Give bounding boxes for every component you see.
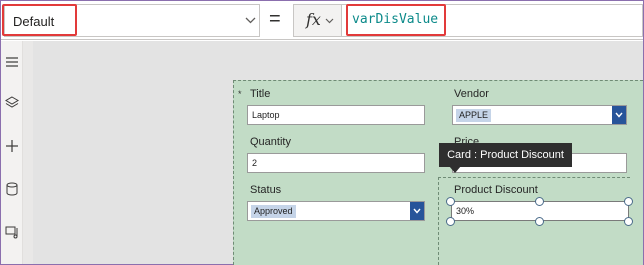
chevron-down-icon — [413, 208, 421, 214]
status-dropdown-button[interactable] — [410, 202, 424, 220]
vendor-dropdown-button[interactable] — [612, 106, 626, 124]
title-value: Laptop — [252, 110, 280, 120]
resize-handle[interactable] — [624, 197, 633, 206]
status-selected-chip: Approved — [251, 205, 296, 218]
resize-handle[interactable] — [446, 197, 455, 206]
left-rail — [1, 41, 23, 264]
resize-handle[interactable] — [624, 217, 633, 226]
status-combobox[interactable]: Approved — [247, 201, 425, 221]
property-highlight-box — [2, 4, 77, 36]
tooltip-pointer — [449, 166, 461, 173]
title-label: Title — [250, 88, 271, 100]
media-icon[interactable] — [4, 224, 20, 240]
chevron-down-icon — [325, 18, 334, 24]
required-marker: * — [238, 89, 242, 99]
chevron-down-icon — [245, 17, 256, 24]
equals-sign: = — [269, 8, 281, 30]
vendor-combobox[interactable]: APPLE — [452, 105, 627, 125]
vendor-selected-chip: APPLE — [456, 109, 492, 122]
fx-button[interactable]: fx — [293, 4, 342, 37]
quantity-value: 2 — [252, 158, 258, 168]
formula-highlight-box — [346, 4, 446, 36]
resize-handle[interactable] — [535, 217, 544, 226]
fx-icon: fx — [306, 10, 321, 29]
quantity-label: Quantity — [250, 136, 291, 148]
card-tooltip-text: Card : Product Discount — [447, 149, 564, 161]
panel-splitter[interactable] — [23, 41, 33, 264]
chevron-down-icon — [615, 112, 623, 118]
vendor-label: Vendor — [454, 88, 489, 100]
plus-icon[interactable] — [4, 138, 20, 154]
quantity-input[interactable]: 2 — [247, 153, 425, 173]
resize-handle[interactable] — [535, 197, 544, 206]
status-label: Status — [250, 184, 282, 196]
product-discount-value: 30% — [456, 206, 475, 216]
hamburger-icon[interactable] — [4, 54, 20, 70]
formula-bar: Default = fx varDisValue — [1, 1, 643, 40]
product-discount-card[interactable]: Product Discount 30% — [438, 177, 633, 265]
card-tooltip: Card : Product Discount — [439, 143, 572, 167]
resize-handle[interactable] — [446, 217, 455, 226]
layers-icon[interactable] — [4, 95, 20, 111]
product-discount-label: Product Discount — [454, 184, 538, 196]
database-icon[interactable] — [4, 181, 20, 197]
title-input[interactable]: Laptop — [247, 105, 425, 125]
